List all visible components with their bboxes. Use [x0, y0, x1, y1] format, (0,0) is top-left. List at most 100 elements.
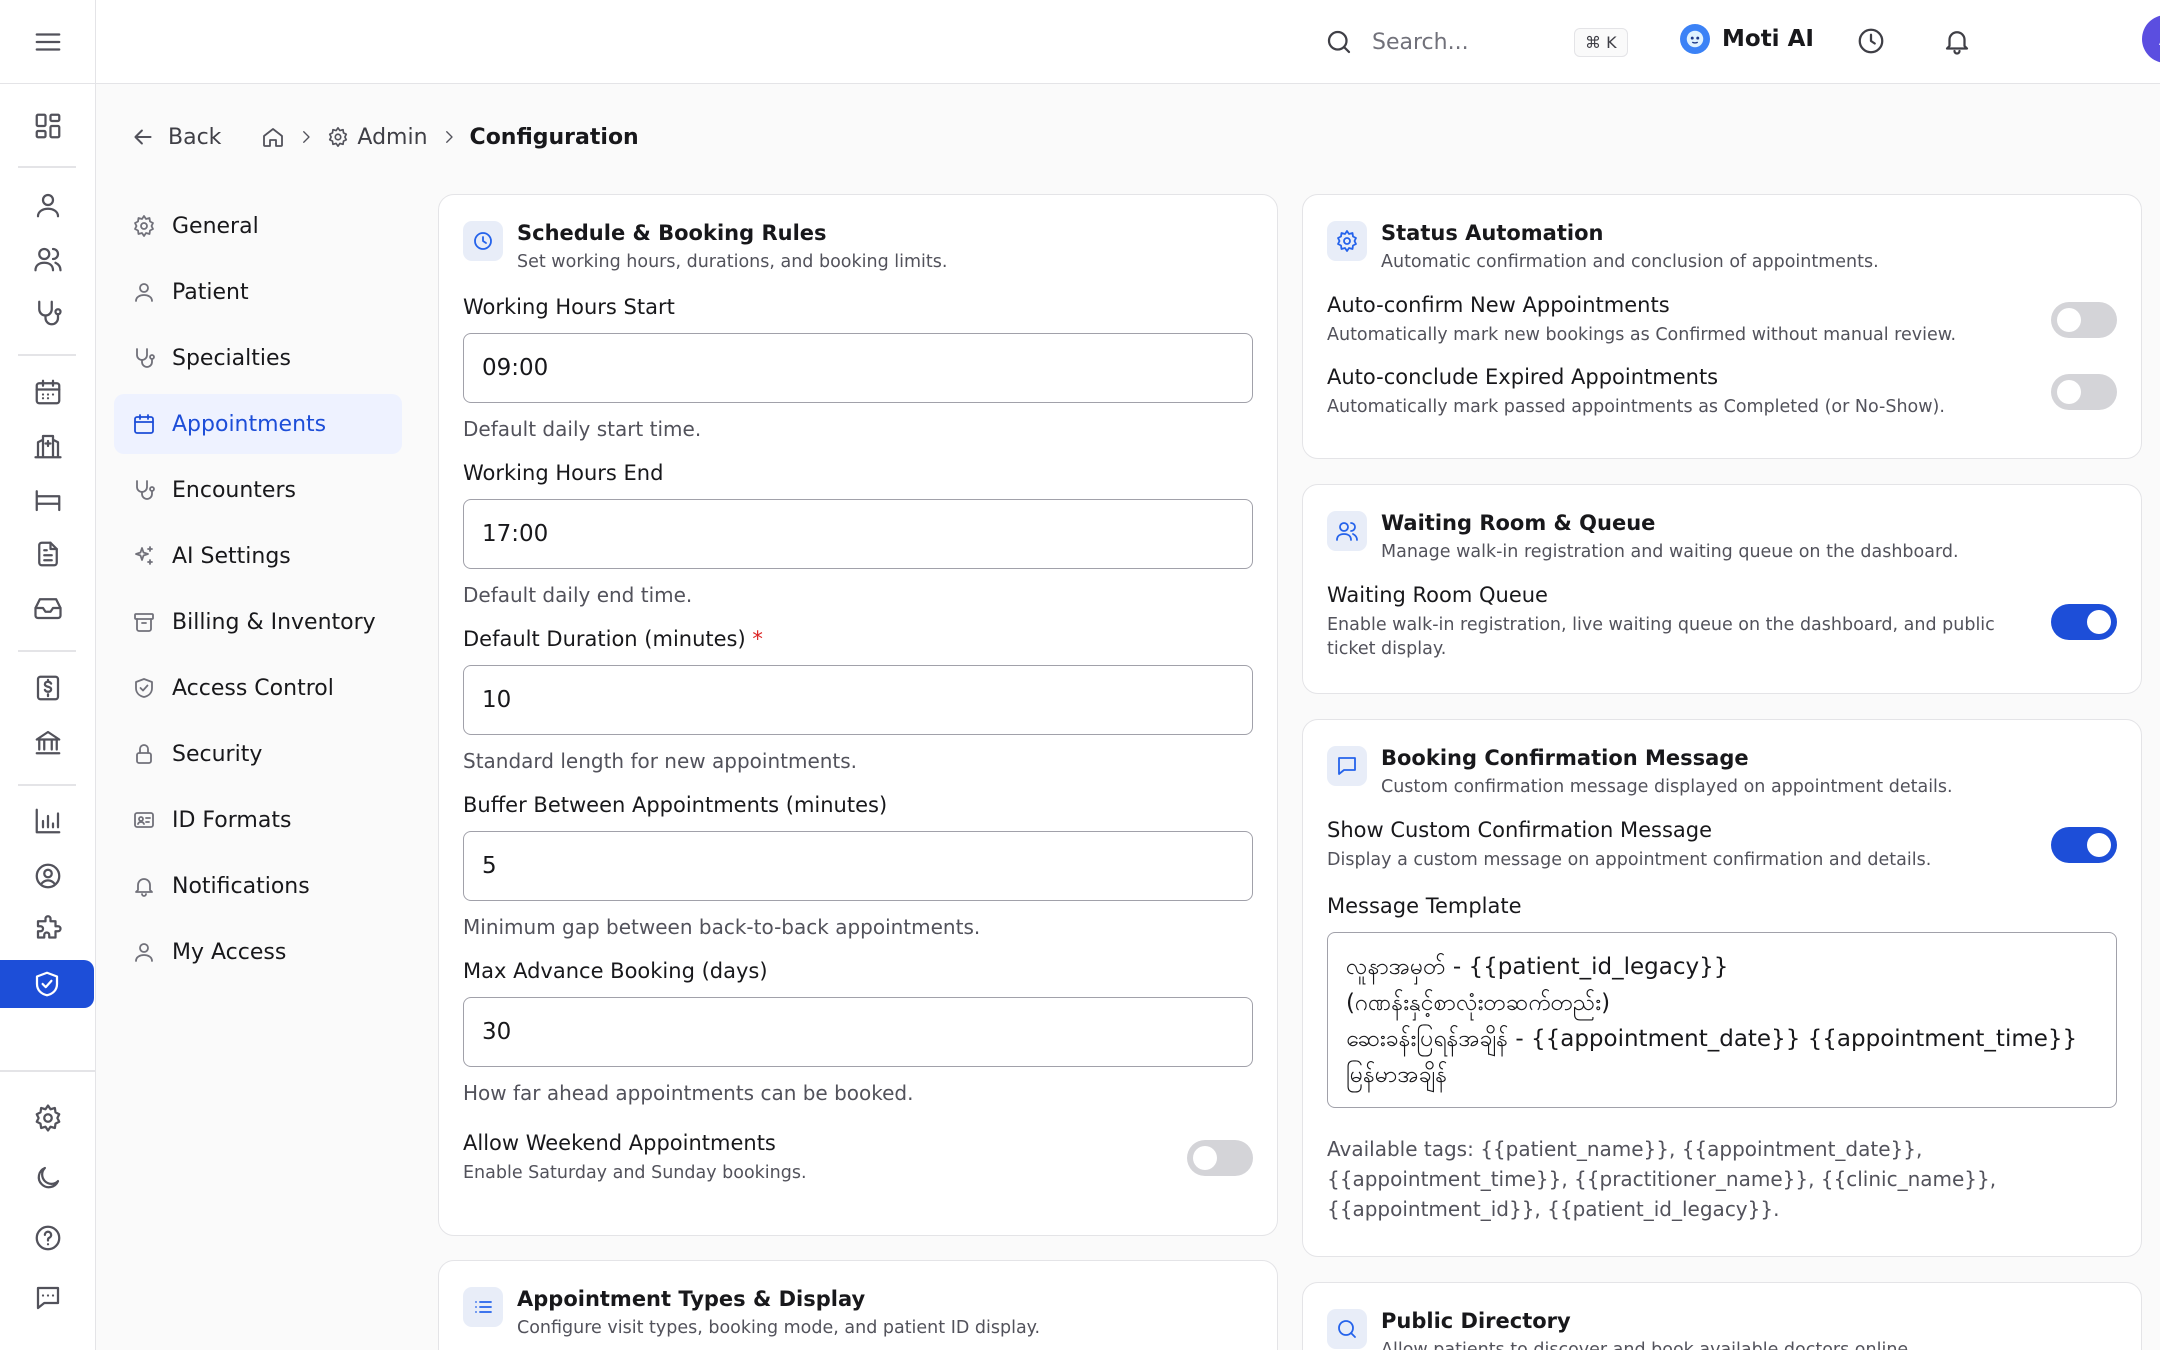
- auto-confirm-description: Automatically mark new bookings as Confi…: [1327, 325, 1957, 345]
- breadcrumb-current: Configuration: [469, 124, 639, 150]
- rail-puzzle-icon[interactable]: [0, 906, 96, 954]
- working-hours-end-label: Working Hours End: [463, 461, 664, 485]
- nav-item-notifications[interactable]: Notifications: [114, 856, 402, 916]
- rail-header: [0, 0, 95, 84]
- admin-settings-nav: General Patient Specialties Appointments…: [114, 196, 402, 988]
- rail-hospital-icon[interactable]: [0, 422, 96, 470]
- weekend-setting: Allow Weekend Appointments Enable Saturd…: [463, 1131, 1253, 1185]
- default-duration-help: Standard length for new appointments.: [463, 749, 858, 773]
- rail-divider: [0, 1070, 96, 1072]
- global-search[interactable]: Search... ⌘ K: [1324, 22, 1724, 62]
- breadcrumb-admin[interactable]: Admin: [327, 124, 428, 150]
- user-avatar[interactable]: A: [2142, 15, 2160, 63]
- back-label: Back: [168, 124, 222, 150]
- card-description: Allow patients to discover and book avai…: [1381, 1340, 1914, 1350]
- breadcrumb-admin-label: Admin: [357, 124, 428, 150]
- rail-billing-icon[interactable]: [0, 664, 96, 712]
- user-icon: [135, 943, 153, 962]
- nav-item-ai-settings[interactable]: AI Settings: [114, 526, 402, 586]
- home-icon[interactable]: [261, 125, 285, 149]
- rail-dashboard-icon[interactable]: [0, 102, 96, 150]
- rail-chart-icon[interactable]: [0, 797, 96, 845]
- working-hours-start-help: Default daily start time.: [463, 417, 702, 441]
- rail-divider: [18, 650, 76, 652]
- rail-inbox-icon[interactable]: [0, 584, 96, 632]
- waiting-queue-title: Waiting Room Queue: [1327, 583, 1548, 607]
- weekend-title: Allow Weekend Appointments: [463, 1131, 776, 1155]
- rail-settings-icon[interactable]: [0, 1094, 96, 1142]
- nav-item-access-control[interactable]: Access Control: [114, 658, 402, 718]
- lock-icon: [136, 744, 152, 764]
- rail-help-icon[interactable]: [0, 1214, 96, 1262]
- waiting-queue-toggle[interactable]: [2051, 604, 2117, 640]
- show-custom-message-toggle[interactable]: [2051, 827, 2117, 863]
- toggle-knob: [2087, 833, 2111, 857]
- rail-bed-icon[interactable]: [0, 476, 96, 524]
- toggle-knob: [2087, 610, 2111, 634]
- nav-item-label: Specialties: [172, 345, 292, 371]
- history-clock-icon[interactable]: [1856, 26, 1886, 56]
- rail-chat-icon[interactable]: [0, 1274, 96, 1322]
- input-value: 5: [482, 853, 497, 879]
- nav-item-security[interactable]: Security: [114, 724, 402, 784]
- toggle-knob: [2057, 308, 2081, 332]
- nav-item-my-access[interactable]: My Access: [114, 922, 402, 982]
- chevron-right-icon: [297, 128, 315, 146]
- show-custom-message-description: Display a custom message on appointment …: [1327, 850, 1932, 870]
- card-title: Appointment Types & Display: [517, 1287, 866, 1311]
- auto-conclude-title: Auto-conclude Expired Appointments: [1327, 365, 1719, 389]
- working-hours-end-input[interactable]: 17:00: [463, 499, 1253, 569]
- weekend-description: Enable Saturday and Sunday bookings.: [463, 1163, 807, 1183]
- search-icon: [1324, 27, 1354, 57]
- rail-users-icon[interactable]: [0, 235, 96, 283]
- card-description: Set working hours, durations, and bookin…: [517, 252, 948, 272]
- bell-icon[interactable]: [1942, 26, 1972, 56]
- nav-item-label: Patient: [172, 279, 249, 305]
- nav-item-id-formats[interactable]: ID Formats: [114, 790, 402, 850]
- working-hours-start-input[interactable]: 09:00: [463, 333, 1253, 403]
- max-advance-input[interactable]: 30: [463, 997, 1253, 1067]
- nav-item-encounters[interactable]: Encounters: [114, 460, 402, 520]
- rail-calendar-icon[interactable]: [0, 368, 96, 416]
- rail-user-circle-icon[interactable]: [0, 852, 96, 900]
- users-icon: [1327, 511, 1367, 551]
- nav-item-label: General: [172, 213, 259, 239]
- rail-file-icon[interactable]: [0, 530, 96, 578]
- buffer-input[interactable]: 5: [463, 831, 1253, 901]
- buffer-label: Buffer Between Appointments (minutes): [463, 793, 888, 817]
- menu-icon[interactable]: [33, 27, 63, 57]
- rail-moon-icon[interactable]: [0, 1154, 96, 1202]
- rail-divider: [18, 784, 76, 786]
- nav-item-appointments[interactable]: Appointments: [114, 394, 402, 454]
- moti-ai-button[interactable]: Moti AI: [1680, 24, 1814, 54]
- waiting-queue-description: Enable walk-in registration, live waitin…: [1327, 615, 1995, 659]
- toggle-knob: [2057, 380, 2081, 404]
- nav-item-patient[interactable]: Patient: [114, 262, 402, 322]
- auto-conclude-toggle[interactable]: [2051, 374, 2117, 410]
- waiting-queue-setting: Waiting Room Queue Enable walk-in regist…: [1327, 583, 2117, 661]
- schedule-booking-card: Schedule & Booking Rules Set working hou…: [438, 194, 1278, 1236]
- weekend-toggle[interactable]: [1187, 1140, 1253, 1176]
- message-template-textarea[interactable]: လူနာအမှတ် - {{patient_id_legacy}} (ဂဏန်း…: [1327, 932, 2117, 1108]
- input-value: 30: [482, 1019, 512, 1045]
- rail-user-icon[interactable]: [0, 181, 96, 229]
- search-input[interactable]: Search...: [1372, 30, 1562, 55]
- user-icon: [135, 283, 153, 302]
- show-custom-message-title: Show Custom Confirmation Message: [1327, 818, 1713, 842]
- back-button[interactable]: Back: [130, 124, 221, 150]
- input-value: 09:00: [482, 355, 549, 381]
- nav-item-general[interactable]: General: [114, 196, 402, 256]
- list-icon: [463, 1287, 503, 1327]
- card-title: Schedule & Booking Rules: [517, 221, 827, 245]
- rail-admin-shield-icon[interactable]: [0, 960, 94, 1008]
- nav-item-billing-inventory[interactable]: Billing & Inventory: [114, 592, 402, 652]
- nav-item-label: My Access: [172, 939, 287, 965]
- nav-item-specialties[interactable]: Specialties: [114, 328, 402, 388]
- auto-confirm-toggle[interactable]: [2051, 302, 2117, 338]
- rail-stethoscope-icon[interactable]: [0, 289, 96, 337]
- buffer-help: Minimum gap between back-to-back appoint…: [463, 915, 981, 939]
- rail-bank-icon[interactable]: [0, 718, 96, 766]
- gear-icon: [329, 127, 348, 147]
- default-duration-input[interactable]: 10: [463, 665, 1253, 735]
- waiting-room-card: Waiting Room & Queue Manage walk-in regi…: [1302, 484, 2142, 694]
